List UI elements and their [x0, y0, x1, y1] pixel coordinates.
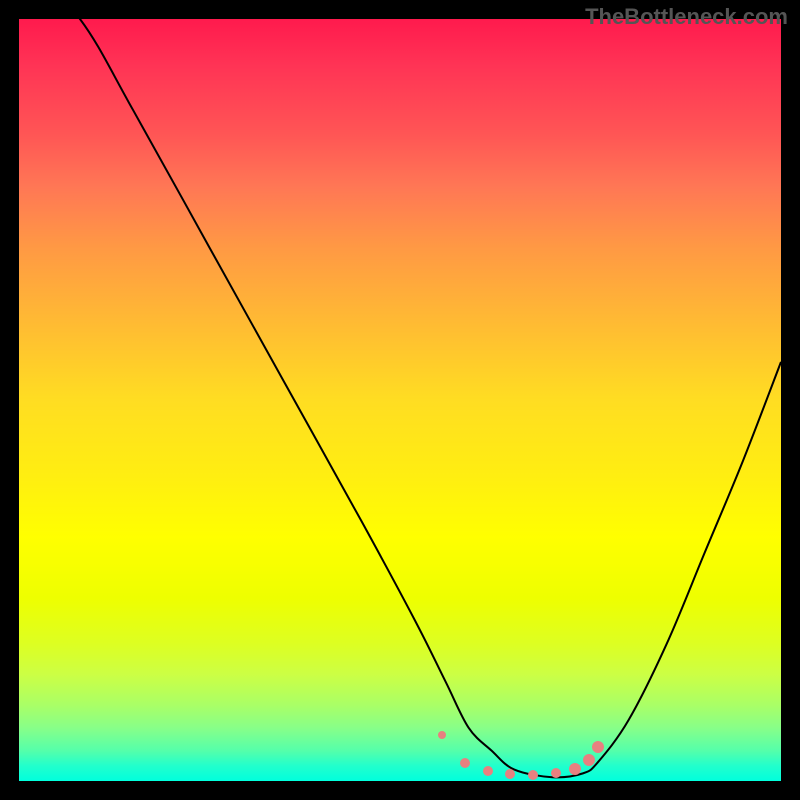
chart-marker [483, 766, 493, 776]
chart-marker [583, 754, 595, 766]
chart-marker [569, 763, 581, 775]
chart-marker [592, 741, 604, 753]
watermark-text: TheBottleneck.com [585, 4, 788, 30]
chart-plot-area [19, 19, 781, 781]
chart-curve [19, 19, 781, 781]
